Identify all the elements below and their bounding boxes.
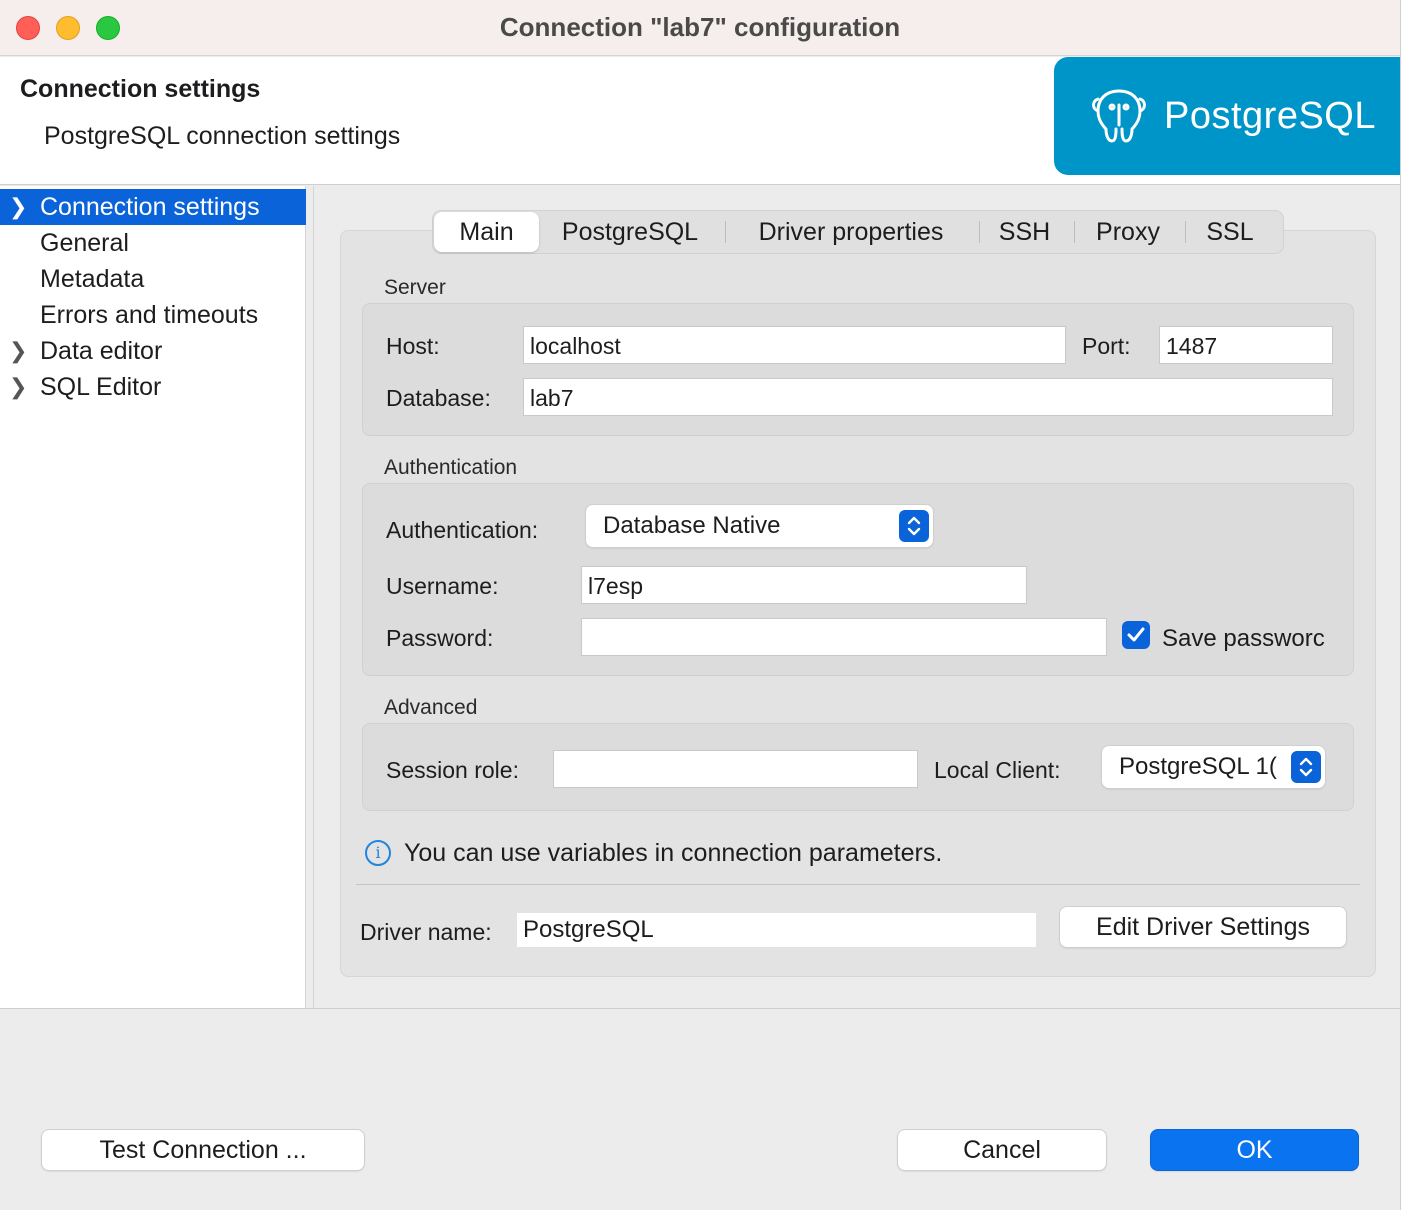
chevron-right-icon[interactable]: ❯ — [9, 189, 27, 225]
sidebar-item-label: Metadata — [40, 265, 145, 293]
tab-separator — [1074, 221, 1075, 243]
footer-divider — [0, 1008, 1400, 1009]
sidebar-item-data-editor[interactable]: ❯ Data editor — [0, 333, 306, 369]
sidebar-item-connection-settings[interactable]: ❯ Connection settings — [0, 189, 306, 225]
tab-main[interactable]: Main — [434, 212, 539, 252]
sidebar-item-label: Errors and timeouts — [40, 301, 259, 329]
checkmark-icon — [1127, 627, 1145, 642]
port-input[interactable]: 1487 — [1159, 326, 1333, 364]
up-down-arrows-icon — [899, 510, 929, 542]
host-input[interactable]: localhost — [523, 326, 1066, 364]
sidebar-item-label: Data editor — [40, 337, 163, 365]
tab-separator — [1185, 221, 1186, 243]
tab-ssh[interactable]: SSH — [987, 212, 1062, 252]
chevron-right-icon[interactable]: ❯ — [9, 333, 27, 369]
chevron-right-icon[interactable]: ❯ — [9, 369, 27, 405]
tab-separator — [979, 221, 980, 243]
username-input[interactable]: l7esp — [581, 566, 1027, 604]
page-subtitle: PostgreSQL connection settings — [44, 122, 401, 150]
page-title: Connection settings — [20, 75, 261, 103]
window-title: Connection "lab7" configuration — [499, 12, 901, 42]
cancel-button[interactable]: Cancel — [898, 1130, 1106, 1170]
connection-config-window: Connection "lab7" configuration Connecti… — [0, 0, 1401, 1210]
page-header: Connection settings PostgreSQL connectio… — [0, 57, 1400, 185]
driver-name-label: Driver name: — [360, 919, 492, 945]
elephant-icon — [1092, 89, 1146, 143]
test-connection-button[interactable]: Test Connection ... — [42, 1130, 364, 1170]
sidebar-item-metadata[interactable]: Metadata — [0, 261, 306, 297]
settings-tab-bar: Main PostgreSQL Driver properties SSH Pr… — [432, 210, 1284, 254]
sidebar-item-label: General — [40, 229, 129, 257]
up-down-arrows-icon — [1291, 751, 1321, 783]
section-divider — [356, 884, 1360, 885]
authentication-label: Authentication: — [386, 517, 539, 543]
local-client-select[interactable]: PostgreSQL 1( — [1102, 746, 1325, 788]
tab-driver-properties[interactable]: Driver properties — [733, 212, 969, 252]
save-password-label[interactable]: Save passworc — [1162, 625, 1334, 653]
server-group — [362, 303, 1354, 436]
sidebar-item-sql-editor[interactable]: ❯ SQL Editor — [0, 369, 306, 405]
tab-postgresql[interactable]: PostgreSQL — [545, 212, 715, 252]
authentication-select[interactable]: Database Native — [586, 505, 933, 547]
local-client-label: Local Client: — [934, 757, 1061, 783]
postgresql-logo: PostgreSQL — [1054, 57, 1400, 175]
server-section-label: Server — [384, 276, 446, 299]
postgresql-logo-text: PostgreSQL — [1164, 95, 1376, 137]
tab-proxy[interactable]: Proxy — [1083, 212, 1173, 252]
session-role-label: Session role: — [386, 757, 519, 783]
ok-button[interactable]: OK — [1151, 1130, 1358, 1170]
username-label: Username: — [386, 573, 499, 599]
password-input[interactable] — [581, 618, 1107, 656]
host-label: Host: — [386, 333, 440, 359]
port-label: Port: — [1082, 333, 1131, 359]
info-icon: i — [365, 840, 391, 866]
tab-separator — [725, 221, 726, 243]
tab-ssl[interactable]: SSL — [1195, 212, 1265, 252]
settings-sidebar: ❯ Connection settings General Metadata E… — [0, 186, 306, 1008]
sidebar-item-label: SQL Editor — [40, 373, 162, 401]
authentication-section-label: Authentication — [384, 456, 518, 479]
driver-name-field: PostgreSQL — [517, 913, 1036, 947]
authentication-select-value: Database Native — [603, 512, 781, 539]
title-bar[interactable]: Connection "lab7" configuration — [0, 0, 1400, 56]
database-label: Database: — [386, 385, 491, 411]
password-label: Password: — [386, 625, 494, 651]
sidebar-splitter[interactable] — [313, 186, 314, 1008]
edit-driver-settings-button[interactable]: Edit Driver Settings — [1060, 907, 1346, 947]
local-client-select-value: PostgreSQL 1( — [1119, 753, 1277, 780]
session-role-input[interactable] — [553, 750, 918, 788]
save-password-checkbox[interactable] — [1122, 621, 1150, 649]
sidebar-item-general[interactable]: General — [0, 225, 306, 261]
database-input[interactable]: lab7 — [523, 378, 1333, 416]
variables-info-text: You can use variables in connection para… — [404, 839, 943, 867]
advanced-section-label: Advanced — [384, 696, 478, 719]
sidebar-item-label: Connection settings — [40, 193, 260, 221]
sidebar-item-errors-and-timeouts[interactable]: Errors and timeouts — [0, 297, 306, 333]
